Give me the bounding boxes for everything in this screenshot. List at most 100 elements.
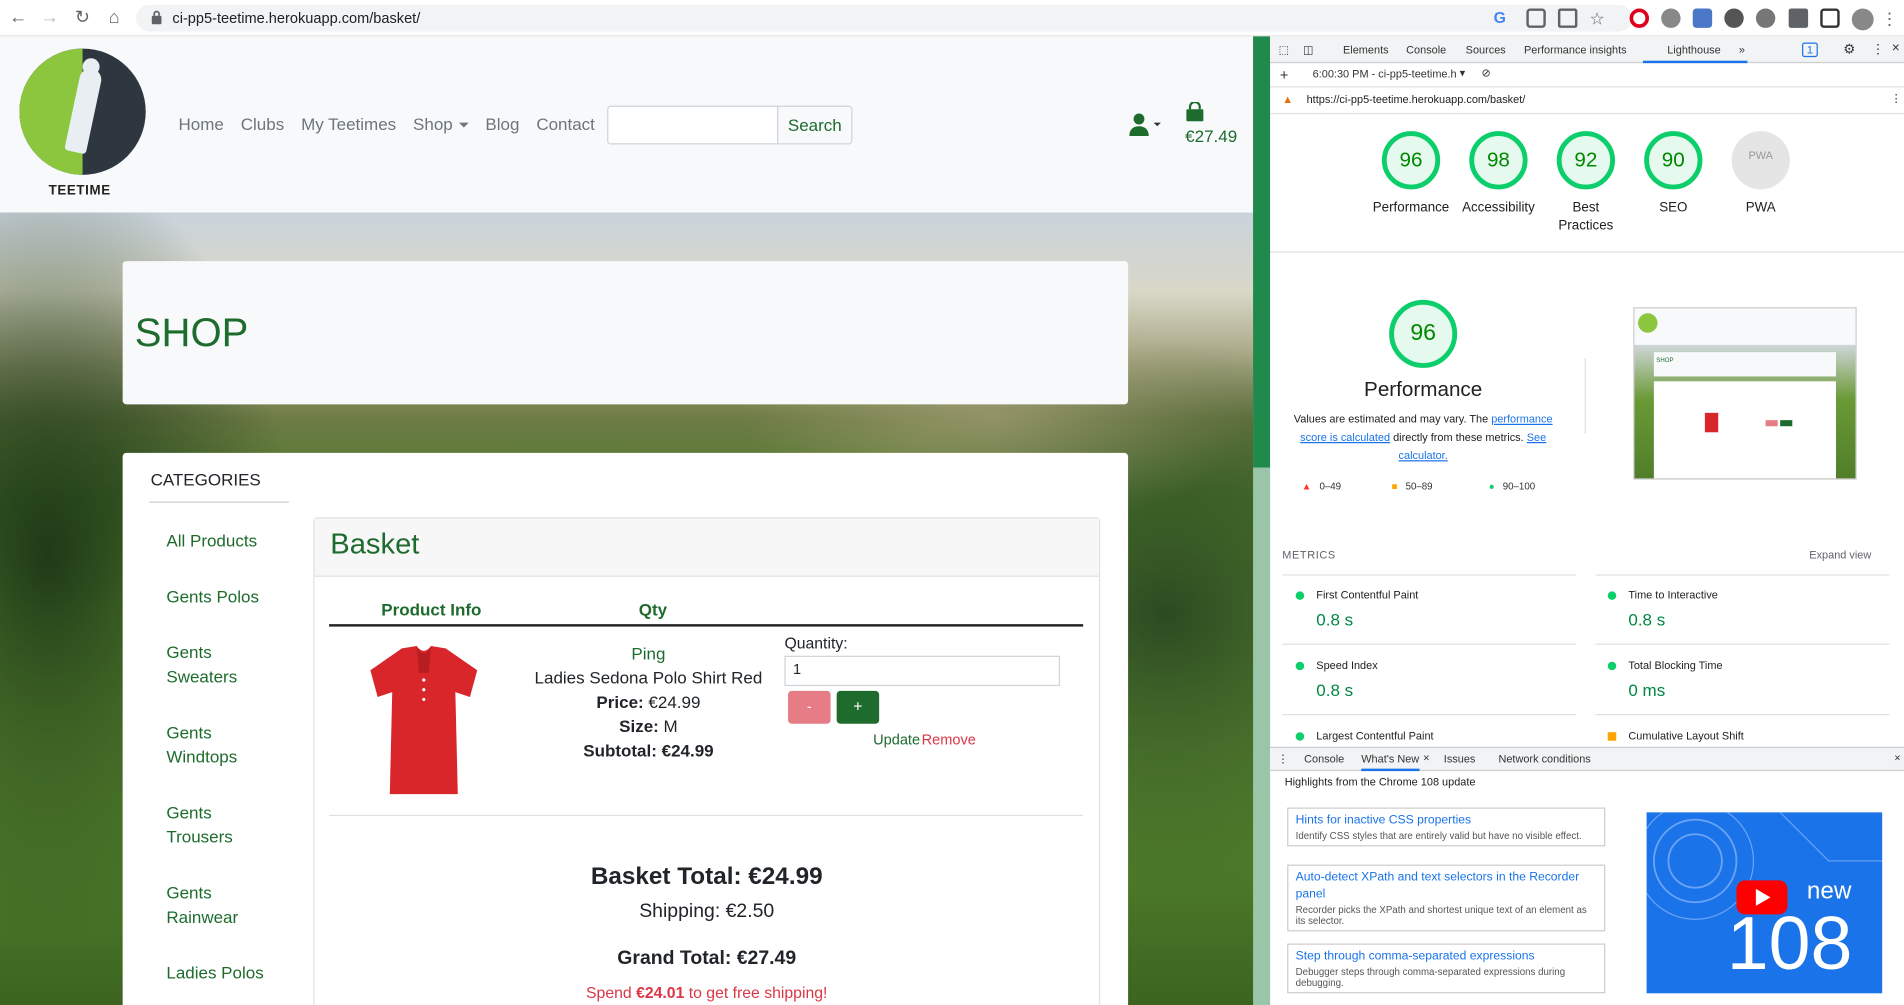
update-link[interactable]: Update <box>873 731 920 748</box>
devtools-splitter[interactable] <box>1253 36 1271 1005</box>
site-header: TEETIME Home Clubs My Teetimes Shop Blog… <box>0 36 1254 213</box>
drawer-tab-console[interactable]: Console <box>1304 753 1344 765</box>
nav-my-teetimes[interactable]: My Teetimes <box>301 114 396 133</box>
close-devtools-icon[interactable]: × <box>1892 41 1900 56</box>
category-gents-rainwear[interactable]: Gents Rainwear <box>166 880 251 929</box>
nav-shop-dropdown[interactable]: Shop <box>413 114 469 134</box>
gauge-label-accessibility: Accessibility <box>1462 200 1535 215</box>
drawer-tabbar: ⋮ Console What's New × Issues Network co… <box>1270 746 1904 772</box>
side-panel-icon[interactable] <box>1820 8 1840 28</box>
metric-value-speed-index: 0.8 s <box>1316 680 1354 700</box>
home-icon[interactable]: ⌂ <box>102 6 126 30</box>
share-icon[interactable] <box>1557 8 1578 28</box>
free-shipping-pre: Spend <box>586 983 637 1002</box>
logo[interactable] <box>19 48 146 175</box>
tab-lighthouse[interactable]: Lighthouse <box>1667 44 1720 56</box>
page-screenshot-thumbnail[interactable]: SHOP <box>1633 307 1857 480</box>
inspect-icon[interactable]: ⬚ <box>1279 44 1289 57</box>
pass-dot-icon <box>1607 661 1617 671</box>
drawer-menu-icon[interactable]: ⋮ <box>1277 753 1288 766</box>
google-icon[interactable]: G <box>1494 9 1513 28</box>
whats-new-desc: Debugger steps through comma-separated e… <box>1295 966 1566 989</box>
issues-badge[interactable]: 1 <box>1802 42 1818 58</box>
user-account-icon[interactable] <box>1129 113 1163 137</box>
search-button[interactable]: Search <box>777 105 853 145</box>
drawer-tab-issues[interactable]: Issues <box>1444 753 1476 765</box>
tab-performance-insights[interactable]: Performance insights <box>1524 44 1627 56</box>
more-tabs-icon[interactable]: » <box>1739 44 1745 56</box>
gauge-best-practices[interactable]: 92 <box>1556 131 1616 190</box>
decrement-button[interactable]: - <box>788 690 831 724</box>
forward-icon[interactable]: → <box>38 6 62 30</box>
nav-shop-label: Shop <box>413 114 453 134</box>
category-gents-sweaters[interactable]: Gents Sweaters <box>166 640 251 689</box>
tab-sources[interactable]: Sources <box>1466 44 1506 56</box>
basket-card: Basket Product Info Qty Ping Ladies Sedo… <box>313 517 1101 1005</box>
close-drawer-icon[interactable]: × <box>1894 752 1900 764</box>
dropdown-arrow-icon[interactable]: ▾ <box>1460 67 1466 80</box>
clear-icon[interactable]: ⊘ <box>1481 67 1490 80</box>
extension-wappalyzer-icon[interactable] <box>1692 8 1713 28</box>
wordpress-icon[interactable] <box>1724 8 1744 28</box>
category-gents-trousers[interactable]: Gents Trousers <box>166 800 251 849</box>
whats-new-item[interactable]: Hints for inactive CSS properties Identi… <box>1287 807 1606 847</box>
nav-clubs[interactable]: Clubs <box>241 114 284 133</box>
category-gents-windtops[interactable]: Gents Windtops <box>166 720 251 769</box>
category-gents-polos[interactable]: Gents Polos <box>166 584 259 608</box>
gauge-accessibility[interactable]: 98 <box>1469 131 1528 190</box>
performance-description: Values are estimated and may vary. The p… <box>1292 410 1554 465</box>
settings-gear-icon[interactable]: ⚙ <box>1843 41 1855 58</box>
category-all-products[interactable]: All Products <box>166 528 257 552</box>
bag-total[interactable]: €27.49 <box>1185 126 1237 145</box>
whats-new-title[interactable]: Hints for inactive CSS properties <box>1296 812 1597 829</box>
gauge-seo[interactable]: 90 <box>1644 131 1703 190</box>
opera-icon[interactable] <box>1629 8 1650 28</box>
whats-new-title[interactable]: Step through comma-separated expressions <box>1296 948 1597 965</box>
whats-new-title[interactable]: Auto-detect XPath and text selectors in … <box>1296 869 1597 903</box>
product-image[interactable] <box>366 644 483 799</box>
nav-home[interactable]: Home <box>179 114 224 133</box>
shopping-bag-icon[interactable] <box>1185 102 1204 122</box>
device-toolbar-icon[interactable]: ◫ <box>1303 44 1313 57</box>
nav-blog[interactable]: Blog <box>485 114 519 133</box>
reload-icon[interactable]: ↻ <box>70 6 94 30</box>
back-icon[interactable]: ← <box>6 6 30 30</box>
remove-link[interactable]: Remove <box>922 731 976 748</box>
product-brand: Ping <box>631 643 666 664</box>
close-tab-icon[interactable]: × <box>1423 752 1429 764</box>
metric-label-lcp: Largest Contentful Paint <box>1316 729 1434 742</box>
divider <box>329 814 1084 817</box>
tab-console[interactable]: Console <box>1406 44 1446 56</box>
devtools-menu-icon[interactable]: ⋮ <box>1871 41 1884 58</box>
free-shipping-amount: €24.01 <box>636 983 685 1002</box>
address-bar[interactable]: ci-pp5-teetime.herokuapp.com/basket/ <box>136 4 1633 32</box>
pass-dot-icon <box>1295 661 1305 671</box>
search-input[interactable] <box>607 105 779 145</box>
report-selector[interactable]: 6:00:30 PM - ci-pp5-teetime.h <box>1313 68 1457 80</box>
drawer-tab-whats-new[interactable]: What's New <box>1361 753 1420 772</box>
report-menu-icon[interactable]: ⋮ <box>1891 92 1902 105</box>
add-report-icon[interactable]: + <box>1280 67 1289 84</box>
whats-new-item[interactable]: Auto-detect XPath and text selectors in … <box>1287 864 1606 932</box>
nav-contact[interactable]: Contact <box>536 114 595 133</box>
report-url[interactable]: https://ci-pp5-teetime.herokuapp.com/bas… <box>1307 94 1526 106</box>
extension-recycle-icon[interactable] <box>1661 8 1681 28</box>
tab-elements[interactable]: Elements <box>1343 44 1389 56</box>
tab-search-icon[interactable] <box>1526 8 1546 28</box>
whats-new-video[interactable]: new 108 <box>1646 812 1883 994</box>
quantity-input[interactable]: 1 <box>784 655 1061 687</box>
extension-globe-icon[interactable] <box>1755 8 1776 28</box>
increment-button[interactable]: + <box>836 690 880 724</box>
gauge-label-performance: Performance <box>1372 200 1450 215</box>
expand-view-toggle[interactable]: Expand view <box>1809 549 1871 561</box>
bookmark-star-icon[interactable]: ☆ <box>1590 9 1609 28</box>
extensions-puzzle-icon[interactable] <box>1788 8 1809 28</box>
whats-new-item[interactable]: Step through comma-separated expressions… <box>1287 943 1606 994</box>
avatar[interactable] <box>1851 8 1874 31</box>
video-version-number: 108 <box>1726 902 1853 987</box>
menu-kebab-icon[interactable]: ⋮ <box>1877 6 1901 30</box>
category-ladies-polos[interactable]: Ladies Polos <box>166 961 263 985</box>
gauge-performance[interactable]: 96 <box>1381 131 1441 190</box>
gauge-pwa[interactable]: PWA <box>1731 131 1790 190</box>
drawer-tab-network-conditions[interactable]: Network conditions <box>1498 753 1590 765</box>
